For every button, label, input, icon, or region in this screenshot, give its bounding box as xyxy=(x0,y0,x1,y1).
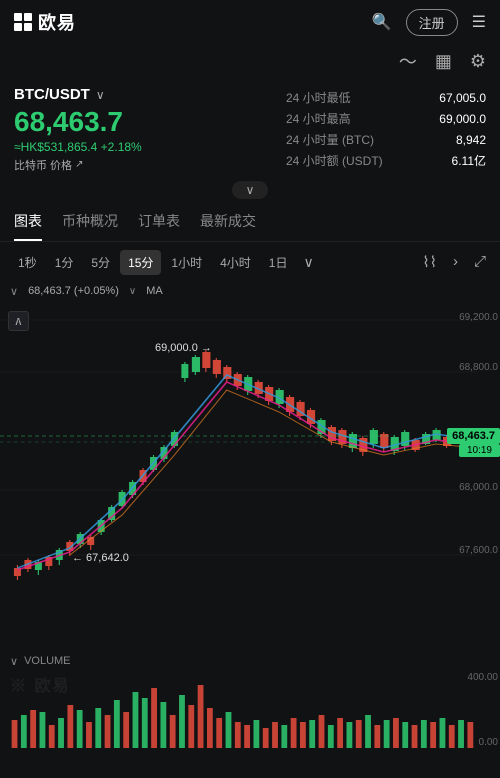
tf-1m[interactable]: 1分 xyxy=(47,250,82,275)
volume-label: VOLUME xyxy=(24,655,70,667)
volume-svg xyxy=(0,670,500,750)
tab-trades[interactable]: 最新成交 xyxy=(200,203,256,241)
volume-header: ∨ VOLUME xyxy=(0,651,500,670)
wave-icon[interactable]: 〜 xyxy=(399,48,417,74)
tab-orderbook[interactable]: 订单表 xyxy=(138,203,180,241)
stat-label-vol-btc: 24 小时量 (BTC) xyxy=(286,131,374,148)
timeframe-row: 1秒 1分 5分 15分 1小时 4小时 1日 ∨ ⌇⌇ › ⤢ xyxy=(0,242,500,281)
tf-more-icon[interactable]: ∨ xyxy=(297,250,319,275)
indicator-icon[interactable]: ⌇⌇ xyxy=(418,251,441,273)
chart-svg xyxy=(0,300,500,610)
btc-label: 比特币 价格 ↗ xyxy=(14,157,286,173)
stat-value-high: 69,000.0 xyxy=(439,112,486,126)
tabs-row: 图表 币种概况 订单表 最新成交 xyxy=(0,203,500,242)
expand-row: ∨ xyxy=(0,179,500,203)
tf-1s[interactable]: 1秒 xyxy=(10,250,45,275)
chart-arrow-icon: ∨ xyxy=(10,285,18,298)
stat-row-low: 24 小时最低 67,005.0 xyxy=(286,89,486,106)
tf-15m[interactable]: 15分 xyxy=(120,250,161,275)
list-icon[interactable]: ▦ xyxy=(435,51,452,72)
logo-area: 欧易 xyxy=(14,9,76,35)
stat-row-high: 24 小时最高 69,000.0 xyxy=(286,110,486,127)
price-change: +2.18% xyxy=(101,140,142,154)
settings-icon[interactable]: ⚙ xyxy=(470,51,486,72)
price-stats: 24 小时最低 67,005.0 24 小时最高 69,000.0 24 小时量… xyxy=(286,86,486,173)
top-nav: 欧易 🔍 注册 ☰ xyxy=(0,0,500,44)
tf-4h[interactable]: 4小时 xyxy=(212,250,259,275)
fullscreen-icon[interactable]: ⤢ xyxy=(470,251,490,273)
pair-row: BTC/USDT ∨ xyxy=(14,86,286,103)
chart-canvas: 69,200.0 68,800.0 68,000.0 67,600.0 68,4… xyxy=(0,300,500,610)
tf-5m[interactable]: 5分 xyxy=(83,250,118,275)
secondary-nav: 〜 ▦ ⚙ xyxy=(0,44,500,78)
price-label-top: 69,200.0 xyxy=(459,312,498,323)
stat-label-high: 24 小时最高 xyxy=(286,110,351,127)
chart-tool-icons: ⌇⌇ › ⤢ xyxy=(418,251,490,273)
stat-label-low: 24 小时最低 xyxy=(286,89,351,106)
price-header: BTC/USDT ∨ 68,463.7 ≈HK$531,865.4 +2.18%… xyxy=(0,78,500,179)
hk-price: ≈HK$531,865.4 +2.18% xyxy=(14,140,286,154)
expand-button[interactable]: ∨ xyxy=(232,181,269,199)
menu-icon[interactable]: ☰ xyxy=(472,12,486,32)
chart-ma-arrow: ∨ xyxy=(129,286,136,297)
pair-name[interactable]: BTC/USDT xyxy=(14,86,90,103)
current-price-badge: 68,463.7 xyxy=(447,428,500,444)
volume-chart: 400.00 0.00 xyxy=(0,670,500,750)
compare-icon[interactable]: › xyxy=(449,251,462,273)
volume-label-high: 400.00 xyxy=(467,672,498,683)
chart-area: ∨ 68,463.7 (+0.05%) ∨ MA ∧ xyxy=(0,281,500,651)
tf-1d[interactable]: 1日 xyxy=(261,250,296,275)
nav-right: 🔍 注册 ☰ xyxy=(372,9,486,36)
main-price: 68,463.7 xyxy=(14,107,286,138)
chart-ma-label: MA xyxy=(146,285,163,297)
stat-row-vol-btc: 24 小时量 (BTC) 8,942 xyxy=(286,131,486,148)
current-time-badge: 10:19 xyxy=(459,444,500,457)
stat-value-vol-usdt: 6.11亿 xyxy=(452,152,486,169)
logo-text: 欧易 xyxy=(38,9,76,35)
search-icon[interactable]: 🔍 xyxy=(372,12,392,32)
stat-label-vol-usdt: 24 小时额 (USDT) xyxy=(286,152,383,169)
stat-value-vol-btc: 8,942 xyxy=(456,133,486,147)
tab-overview[interactable]: 币种概况 xyxy=(62,203,118,241)
price-label-3: 68,000.0 xyxy=(459,482,498,493)
tab-chart[interactable]: 图表 xyxy=(14,203,42,241)
chart-info-bar: ∨ 68,463.7 (+0.05%) ∨ MA xyxy=(0,281,500,300)
hk-price-value: ≈HK$531,865.4 xyxy=(14,140,97,154)
pair-dropdown-icon[interactable]: ∨ xyxy=(96,88,105,102)
logo-icon xyxy=(14,13,32,31)
volume-section: ∨ VOLUME xyxy=(0,651,500,750)
price-left: BTC/USDT ∨ 68,463.7 ≈HK$531,865.4 +2.18%… xyxy=(14,86,286,173)
price-label-4: 67,600.0 xyxy=(459,545,498,556)
stat-value-low: 67,005.0 xyxy=(439,91,486,105)
volume-label-zero: 0.00 xyxy=(479,737,498,748)
volume-arrow-icon: ∨ xyxy=(10,655,18,668)
tf-1h[interactable]: 1小时 xyxy=(163,250,210,275)
stat-row-vol-usdt: 24 小时额 (USDT) 6.11亿 xyxy=(286,152,486,169)
chart-current-info: 68,463.7 (+0.05%) xyxy=(28,285,119,297)
price-label-2: 68,800.0 xyxy=(459,362,498,373)
external-link-icon: ↗ xyxy=(75,159,83,170)
register-button[interactable]: 注册 xyxy=(406,9,458,36)
